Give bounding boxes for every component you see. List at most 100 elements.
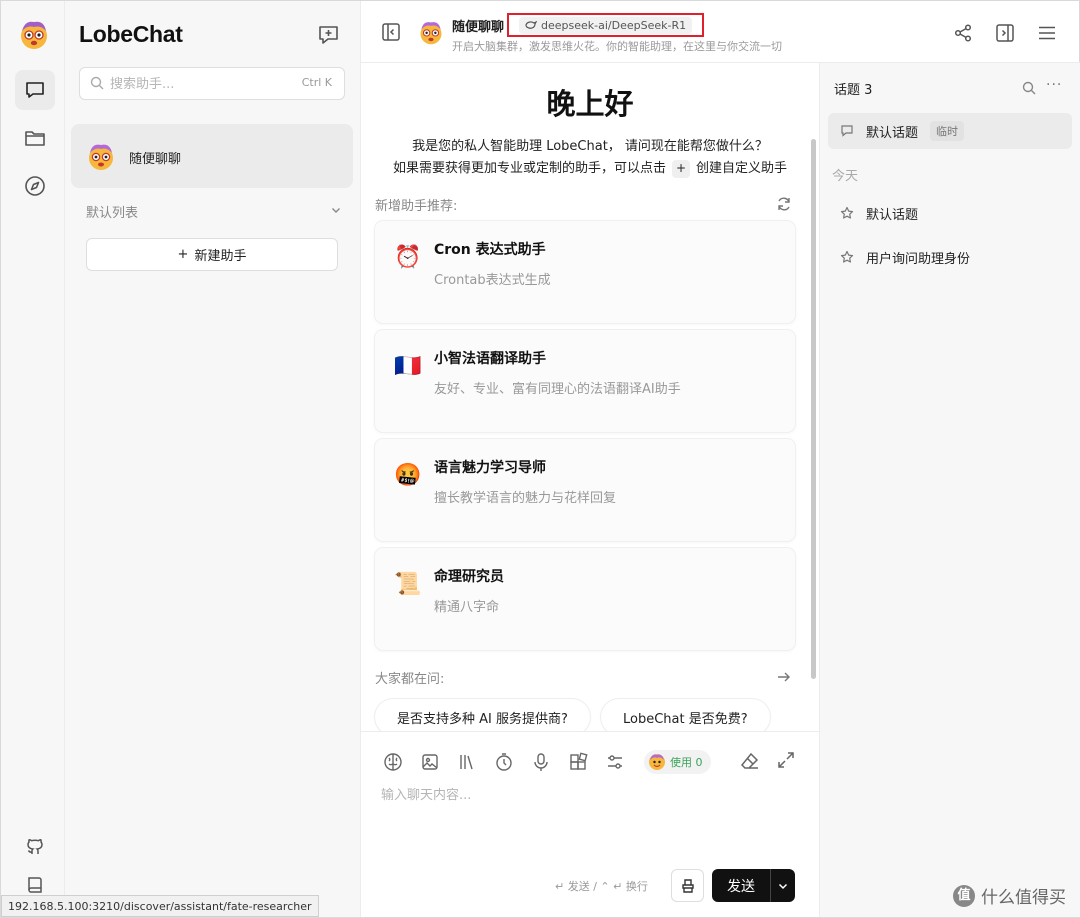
question-chip[interactable]: LobeChat 是否免费?: [601, 699, 770, 731]
discover-nav-button[interactable]: [15, 166, 55, 206]
clear-context-button[interactable]: [671, 869, 704, 902]
nav-rail: [1, 1, 65, 917]
more-icon[interactable]: ···: [1046, 77, 1062, 93]
session-panel: LobeChat Ctrl K 随便聊聊 默认列表 + 新建助手: [65, 1, 361, 917]
header-actions: [951, 21, 1059, 45]
send-label: 发送: [727, 878, 755, 895]
card-title: 小智法语翻译助手: [434, 351, 546, 367]
assistant-card[interactable]: 🤬 语言魅力学习导师 擅长教学语言的魅力与花样回复: [375, 439, 795, 541]
question-chip[interactable]: 是否支持多种 AI 服务提供商?: [375, 699, 590, 731]
temporary-badge: 临时: [930, 121, 965, 141]
assistant-search[interactable]: Ctrl K: [79, 67, 345, 100]
menu-button[interactable]: [1035, 21, 1059, 45]
microphone-icon: [534, 753, 548, 771]
card-description: 精通八字命: [434, 600, 500, 615]
input-toolbar: 使用 0: [381, 750, 711, 774]
chevron-down-icon: [778, 883, 788, 889]
greeting: 晚上好: [546, 87, 634, 121]
token-usage-badge[interactable]: 使用 0: [644, 750, 711, 774]
app-window: LobeChat Ctrl K 随便聊聊 默认列表 + 新建助手: [0, 0, 1080, 918]
assistant-card[interactable]: 🇫🇷 小智法语翻译助手 友好、专业、富有同理心的法语翻译AI助手: [375, 330, 795, 432]
github-button[interactable]: [15, 827, 55, 867]
chevron-down-icon[interactable]: [330, 204, 342, 216]
intro-line-2: 如果需要获得更加专业或定制的助手，可以点击 + 创建自定义助手: [361, 157, 819, 178]
knowledge-base-button[interactable]: [455, 750, 479, 774]
voice-input-button[interactable]: [529, 750, 553, 774]
link-status-bar: 192.168.5.100:3210/discover/assistant/fa…: [1, 895, 319, 917]
model-select-button[interactable]: [381, 750, 405, 774]
recommend-title: 新增助手推荐:: [375, 199, 458, 214]
send-options-button[interactable]: [771, 880, 795, 892]
intro-line-2-after: 创建自定义助手: [696, 161, 788, 176]
share-button[interactable]: [951, 21, 975, 45]
scroll-icon: 📜: [394, 572, 422, 597]
new-assistant-button[interactable]: + 新建助手: [86, 238, 338, 271]
group-title[interactable]: 默认列表: [86, 202, 138, 221]
topic-item[interactable]: 默认话题 临时: [828, 113, 1072, 149]
search-input[interactable]: [110, 74, 290, 94]
sliders-icon: [608, 755, 622, 769]
chat-icon: [26, 82, 44, 98]
folder-icon: [25, 131, 45, 146]
expand-icon[interactable]: [776, 750, 796, 770]
watermark-logo: 值: [953, 884, 975, 907]
plugins-button[interactable]: [566, 750, 590, 774]
refresh-icon[interactable]: [776, 196, 792, 212]
image-icon: [422, 754, 438, 770]
topic-panel-toggle[interactable]: [993, 21, 1017, 45]
alarm-clock-icon: ⏰: [394, 245, 422, 270]
share-icon: [954, 24, 972, 42]
eraser-icon[interactable]: [739, 750, 761, 772]
smile-face-icon: [649, 754, 665, 770]
lobe-logo-icon[interactable]: [17, 17, 51, 51]
search-icon[interactable]: [1022, 81, 1036, 95]
angry-face-icon: 🤬: [394, 463, 422, 488]
card-description: Crontab表达式生成: [434, 273, 551, 288]
topic-label: 默认话题: [866, 207, 919, 223]
star-icon[interactable]: [840, 206, 854, 220]
files-nav-button[interactable]: [15, 118, 55, 158]
card-description: 友好、专业、富有同理心的法语翻译AI助手: [434, 382, 681, 397]
arrow-right-icon[interactable]: [776, 669, 792, 685]
new-assistant-label: 新建助手: [194, 249, 247, 264]
card-title: Cron 表达式助手: [434, 242, 546, 258]
brain-icon: [384, 753, 402, 771]
hamburger-icon: [1039, 26, 1055, 40]
chat-bubble-icon: [841, 125, 853, 137]
session-item-label: 随便聊聊: [129, 152, 182, 167]
sidebar-toggle-icon[interactable]: [381, 22, 401, 42]
assistant-avatar: [89, 144, 113, 170]
book-icon: [28, 877, 42, 893]
settings-sliders-button[interactable]: [603, 750, 627, 774]
send-button[interactable]: 发送: [712, 869, 795, 902]
star-icon[interactable]: [840, 250, 854, 264]
chat-subtitle: 开启大脑集群，激发思维火花。你的智能助理，在这里与你交流一切: [452, 40, 782, 53]
assistant-card[interactable]: ⏰ Cron 表达式助手 Crontab表达式生成: [375, 221, 795, 323]
new-chat-icon[interactable]: [317, 23, 341, 47]
search-shortcut: Ctrl K: [301, 76, 332, 89]
watermark-text: 什么值得买: [981, 888, 1066, 908]
token-usage-label: 使用 0: [670, 756, 703, 769]
intro-line-1: 我是您的私人智能助理 LobeChat， 请问现在能帮您做什么？: [412, 139, 768, 154]
topic-item[interactable]: 用户询问助理身份: [828, 239, 1072, 275]
session-item-active[interactable]: 随便聊聊: [71, 124, 353, 188]
upload-image-button[interactable]: [418, 750, 442, 774]
compass-icon: [25, 176, 45, 196]
create-assistant-chip[interactable]: +: [672, 159, 690, 178]
topic-panel-title: 话题 3: [834, 83, 873, 98]
chat-nav-button[interactable]: [15, 70, 55, 110]
header-avatar[interactable]: [417, 18, 445, 46]
ask-title: 大家都在问:: [375, 672, 445, 687]
chat-input-area: 使用 0 ↵ 发送 / ⌃ ↵ 换行 发送: [361, 731, 819, 917]
library-icon: [460, 755, 473, 770]
topic-item[interactable]: 默认话题: [828, 195, 1072, 231]
model-tag[interactable]: deepseek-ai/DeepSeek-R1: [519, 16, 693, 34]
history-limit-button[interactable]: [492, 750, 516, 774]
assistant-card[interactable]: 📜 命理研究员 精通八字命: [375, 548, 795, 650]
send-hint: ↵ 发送 / ⌃ ↵ 换行: [555, 880, 648, 893]
brush-icon: [681, 878, 694, 893]
chat-input[interactable]: [381, 784, 799, 844]
plus-icon: +: [177, 247, 189, 262]
scrollbar[interactable]: [811, 139, 816, 679]
chat-scroll-area[interactable]: 晚上好 我是您的私人智能助理 LobeChat， 请问现在能帮您做什么？ 如果需…: [361, 63, 819, 731]
